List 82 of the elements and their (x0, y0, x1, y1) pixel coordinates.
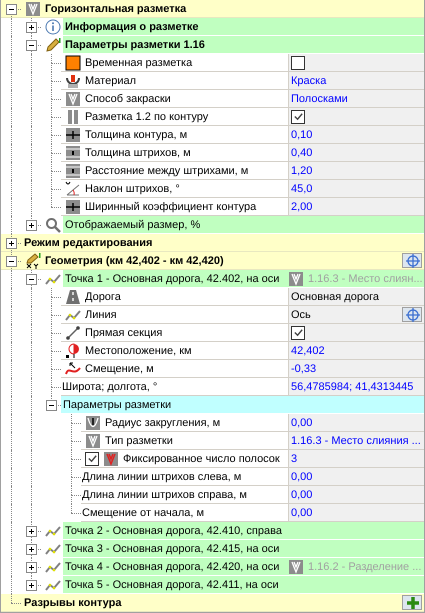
expand-icon[interactable] (6, 238, 17, 249)
property-label: Толщина штрихов, м (84, 146, 191, 160)
property-label: Расстояние между штрихами, м (84, 164, 248, 178)
checkbox[interactable] (291, 56, 305, 70)
property-value[interactable]: 45,0 (291, 180, 312, 198)
collapse-icon[interactable] (26, 274, 37, 285)
group-title: Отображаемый размер, % (64, 218, 202, 233)
property-label: Способ закраски (84, 92, 171, 106)
property-label: Дорога (84, 290, 121, 304)
property-value[interactable]: 0,00 (291, 504, 312, 522)
coordinates-icon (25, 252, 41, 268)
swatch-icon (65, 54, 81, 70)
property-label: Радиус закругления, м (104, 416, 220, 430)
property-label: Прямая секция (84, 326, 162, 340)
info-icon (45, 19, 61, 35)
note-text: 1.16.3 - Место слиян... (307, 272, 423, 286)
property-label: Наклон штрихов, ° (84, 182, 180, 196)
property-label: Временная разметка (84, 56, 192, 70)
expand-icon[interactable] (26, 562, 37, 573)
property-label: Длина линии штрихов слева, м (81, 470, 242, 484)
property-value[interactable]: 0,10 (291, 126, 312, 144)
property-label: Фиксированное число полосок (122, 452, 280, 466)
collapse-icon[interactable] (46, 400, 57, 411)
property-label: Ширинный коэффициент контура (84, 200, 256, 214)
locate-button[interactable] (402, 307, 422, 322)
property-value[interactable]: 0,00 (291, 468, 312, 486)
group-title: Точка 2 - Основная дорога, 42.410, справа (64, 524, 283, 539)
marking-icon (103, 450, 119, 466)
group-title: Точка 1 - Основная дорога, 42.402, на оси (64, 272, 280, 287)
collapse-icon[interactable] (6, 4, 17, 15)
checkbox[interactable] (85, 452, 99, 466)
property-label: Широта; долгота, ° (61, 380, 158, 394)
property-label: Разметка 1.2 по контуру (84, 110, 208, 124)
pencil-icon (45, 37, 61, 53)
property-value[interactable]: 1,20 (291, 162, 312, 180)
angle-icon (65, 180, 81, 196)
property-value: Основная дорога (291, 290, 379, 304)
thickness-icon (65, 126, 81, 142)
property-label: Линия (84, 308, 117, 322)
checkbox[interactable] (291, 110, 305, 124)
group-title: Параметры разметки 1.16 (64, 38, 206, 53)
property-value[interactable]: -0,33 (291, 360, 316, 378)
subgroup-title: Параметры разметки (62, 398, 172, 413)
curve-icon (65, 360, 81, 376)
collapse-icon[interactable] (6, 256, 17, 267)
category-title: Горизонтальная разметка (44, 2, 186, 17)
property-value[interactable]: 2,00 (291, 198, 312, 216)
group-title: Информация о разметке (64, 20, 200, 35)
group-title: Точка 5 - Основная дорога, 42.411, на оси (64, 578, 280, 593)
thickness-icon (65, 198, 81, 214)
property-label: Толщина контура, м (84, 128, 188, 142)
property-label: Длина линии штрихов справа, м (81, 488, 247, 502)
expand-icon[interactable] (26, 580, 37, 591)
category-title: Геометрия (км 42,402 - км 42,420) (44, 254, 224, 269)
note-text: 1.16.2 - Разделение ... (307, 560, 422, 574)
collapse-icon[interactable] (26, 40, 37, 51)
category-title: Разрывы контура (23, 596, 122, 611)
add-button[interactable] (402, 595, 422, 610)
property-value[interactable]: 0,00 (291, 486, 312, 504)
property-label: Смещение от начала, м (81, 506, 204, 520)
property-value[interactable]: 0,00 (291, 414, 312, 432)
category-title: Режим редактирования (23, 236, 152, 251)
expand-icon[interactable] (26, 526, 37, 537)
bucket-icon (65, 72, 81, 88)
property-value[interactable]: 0,40 (291, 144, 312, 162)
property-label: Смещение, м (84, 362, 154, 376)
property-label: Тип разметки (104, 434, 173, 448)
property-label: Местоположение, км (84, 344, 192, 358)
search-icon (45, 217, 61, 233)
property-value: Ось (291, 308, 311, 322)
group-title: Точка 4 - Основная дорога, 42.420, на оси (64, 560, 280, 575)
expand-icon[interactable] (26, 22, 37, 33)
expand-icon[interactable] (26, 220, 37, 231)
property-value[interactable]: 3 (291, 450, 298, 468)
property-label: Материал (84, 74, 136, 88)
expand-icon[interactable] (26, 544, 37, 555)
segment-icon (65, 324, 81, 340)
group-title: Точка 3 - Основная дорога, 42.415, на оси (64, 542, 280, 557)
locate-button[interactable] (402, 253, 422, 268)
checkbox[interactable] (291, 326, 305, 340)
double-line-icon (65, 108, 81, 124)
marking-icon (25, 0, 41, 16)
